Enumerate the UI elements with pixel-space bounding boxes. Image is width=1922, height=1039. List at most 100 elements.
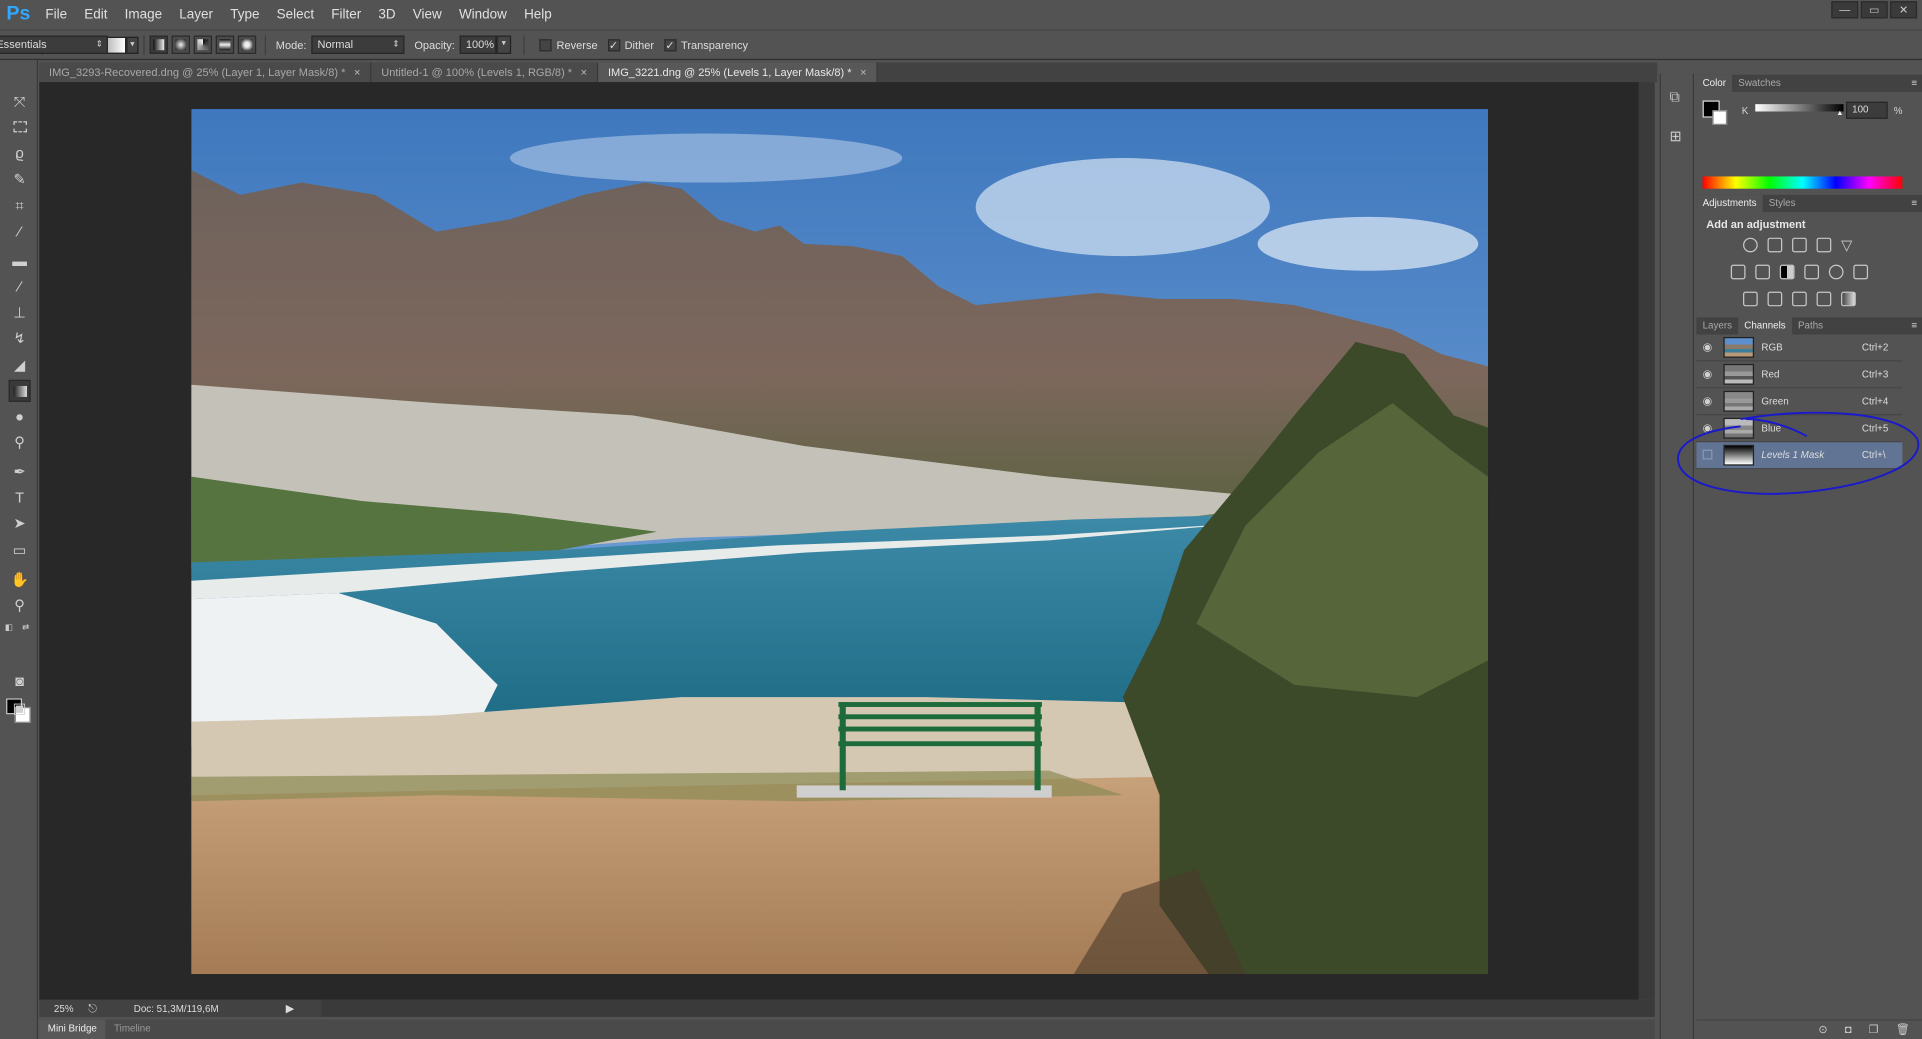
zoom-tool-icon[interactable]: ⚲ (9, 594, 31, 616)
levels-icon[interactable] (1767, 237, 1783, 253)
panel-menu-icon[interactable]: ≡ (1911, 317, 1917, 334)
color-spectrum-ramp[interactable] (1702, 176, 1903, 189)
opacity-slider-button[interactable]: ▾ (496, 35, 512, 54)
eye-icon[interactable]: ◉ (1699, 395, 1716, 408)
status-export-icon[interactable]: ⎋ (88, 1002, 97, 1015)
rectangle-tool-icon[interactable]: ▭ (9, 539, 31, 561)
opacity-input[interactable]: 100% (459, 35, 497, 54)
vertical-scrollbar[interactable] (1638, 82, 1655, 1000)
workspace-switcher[interactable]: Essentials ⇕ (0, 35, 108, 54)
channel-row-blue[interactable]: ◉ Blue Ctrl+5 (1696, 415, 1903, 443)
tab-untitled-1[interactable]: Untitled-1 @ 100% (Levels 1, RGB/8) * × (371, 62, 599, 83)
gradient-tool-icon[interactable] (8, 379, 31, 402)
curves-icon[interactable] (1792, 237, 1807, 253)
tab-adjustments[interactable]: Adjustments (1696, 194, 1763, 212)
quick-selection-tool-icon[interactable]: ✎ (9, 168, 31, 190)
visibility-toggle-empty[interactable] (1699, 449, 1716, 461)
canvas-area[interactable] (39, 82, 1639, 1000)
crop-tool-icon[interactable]: ⌗ (9, 195, 31, 217)
load-selection-icon[interactable]: ⊙ (1818, 1021, 1827, 1039)
menu-file[interactable]: File (37, 0, 76, 29)
play-arrow-icon[interactable]: ▶ (286, 1002, 294, 1015)
panel-menu-icon[interactable]: ≡ (1911, 75, 1917, 92)
k-value-input[interactable]: 100 (1845, 101, 1888, 119)
history-brush-tool-icon[interactable]: ↯ (9, 327, 31, 349)
eye-icon[interactable]: ◉ (1699, 421, 1716, 434)
dither-checkbox[interactable]: ✓ Dither (607, 38, 654, 51)
photo-filter-icon[interactable] (1804, 264, 1820, 280)
radial-gradient-button[interactable] (171, 35, 190, 54)
eye-icon[interactable]: ◉ (1699, 341, 1716, 354)
path-selection-tool-icon[interactable]: ➤ (9, 512, 31, 534)
tab-layers[interactable]: Layers (1696, 317, 1738, 334)
eye-icon[interactable]: ◉ (1699, 368, 1716, 381)
menu-filter[interactable]: Filter (323, 0, 370, 29)
channel-mixer-icon[interactable] (1828, 264, 1844, 280)
close-icon[interactable]: × (860, 66, 866, 78)
tab-paths[interactable]: Paths (1792, 317, 1829, 334)
tab-styles[interactable]: Styles (1763, 195, 1802, 212)
close-icon[interactable]: × (581, 66, 587, 78)
properties-panel-icon[interactable]: ⊞ (1669, 127, 1681, 144)
black-white-icon[interactable] (1779, 264, 1795, 280)
tab-timeline[interactable]: Timeline (105, 1019, 159, 1039)
menu-type[interactable]: Type (222, 0, 268, 29)
selective-color-icon[interactable] (1816, 291, 1832, 307)
tab-channels[interactable]: Channels (1738, 317, 1792, 335)
panel-menu-icon[interactable]: ≡ (1911, 195, 1917, 212)
channel-row-red[interactable]: ◉ Red Ctrl+3 (1696, 361, 1903, 389)
marquee-tool-icon[interactable] (9, 116, 31, 138)
menu-help[interactable]: Help (515, 0, 560, 29)
new-channel-icon[interactable]: ❐ (1869, 1021, 1879, 1039)
vibrance-icon[interactable]: ▽ (1841, 238, 1856, 253)
hue-saturation-icon[interactable] (1730, 264, 1746, 280)
slider-triangle-icon[interactable]: ▲ (1836, 110, 1843, 117)
close-button[interactable]: ✕ (1890, 1, 1918, 19)
horizontal-scrollbar[interactable] (321, 999, 1655, 1017)
linear-gradient-button[interactable] (149, 35, 168, 54)
pen-tool-icon[interactable]: ✒ (9, 461, 31, 483)
zoom-level[interactable]: 25% (39, 1003, 88, 1014)
diamond-gradient-button[interactable] (237, 35, 257, 54)
eraser-tool-icon[interactable]: ◢ (9, 354, 31, 376)
blur-tool-icon[interactable]: ● (9, 406, 31, 428)
menu-edit[interactable]: Edit (76, 0, 116, 29)
restore-button[interactable]: ▭ (1860, 1, 1888, 19)
gradient-map-icon[interactable] (1841, 291, 1856, 307)
dodge-tool-icon[interactable]: ⚲ (9, 431, 31, 453)
brush-tool-icon[interactable]: ∕ (9, 276, 31, 298)
close-icon[interactable]: × (354, 66, 360, 78)
quick-mask-icon[interactable]: ◙ (9, 670, 31, 692)
menu-select[interactable]: Select (268, 0, 323, 29)
swap-colors-icon[interactable]: ⇄ (22, 622, 29, 633)
type-tool-icon[interactable]: T (9, 486, 31, 508)
color-lookup-icon[interactable] (1853, 264, 1869, 280)
channel-row-green[interactable]: ◉ Green Ctrl+4 (1696, 388, 1903, 416)
reverse-checkbox[interactable]: Reverse (539, 38, 598, 51)
tab-img-3293[interactable]: IMG_3293-Recovered.dng @ 25% (Layer 1, L… (39, 62, 372, 83)
tab-mini-bridge[interactable]: Mini Bridge (39, 1019, 106, 1039)
color-balance-icon[interactable] (1755, 264, 1770, 280)
invert-icon[interactable] (1743, 291, 1758, 307)
channel-row-levels-1-mask[interactable]: Levels 1 Mask Ctrl+\ (1696, 442, 1903, 470)
tab-color[interactable]: Color (1696, 74, 1733, 92)
default-colors-icon[interactable]: ◧ (5, 622, 13, 633)
angle-gradient-button[interactable] (193, 35, 213, 54)
menu-layer[interactable]: Layer (171, 0, 222, 29)
color-background-swatch[interactable] (1712, 110, 1728, 125)
transparency-checkbox[interactable]: ✓ Transparency (663, 38, 748, 51)
gradient-picker-dropdown[interactable]: ▾ (126, 36, 139, 54)
mode-select[interactable]: Normal ⇕ (311, 35, 405, 54)
menu-3d[interactable]: 3D (370, 0, 404, 29)
healing-brush-tool-icon[interactable]: ▬ (9, 250, 31, 272)
channel-row-rgb[interactable]: ◉ RGB Ctrl+2 (1696, 334, 1903, 362)
exposure-icon[interactable] (1816, 237, 1832, 253)
trash-icon[interactable]: 🗑 (1896, 1021, 1910, 1039)
brightness-contrast-icon[interactable] (1743, 237, 1758, 253)
document-image[interactable] (191, 109, 1489, 975)
screen-mode-icon[interactable]: ▣ (9, 697, 31, 719)
threshold-icon[interactable] (1792, 291, 1807, 307)
reflected-gradient-button[interactable] (215, 35, 235, 54)
hand-tool-icon[interactable]: ✋ (9, 569, 31, 591)
save-selection-icon[interactable]: ◘ (1845, 1021, 1852, 1039)
